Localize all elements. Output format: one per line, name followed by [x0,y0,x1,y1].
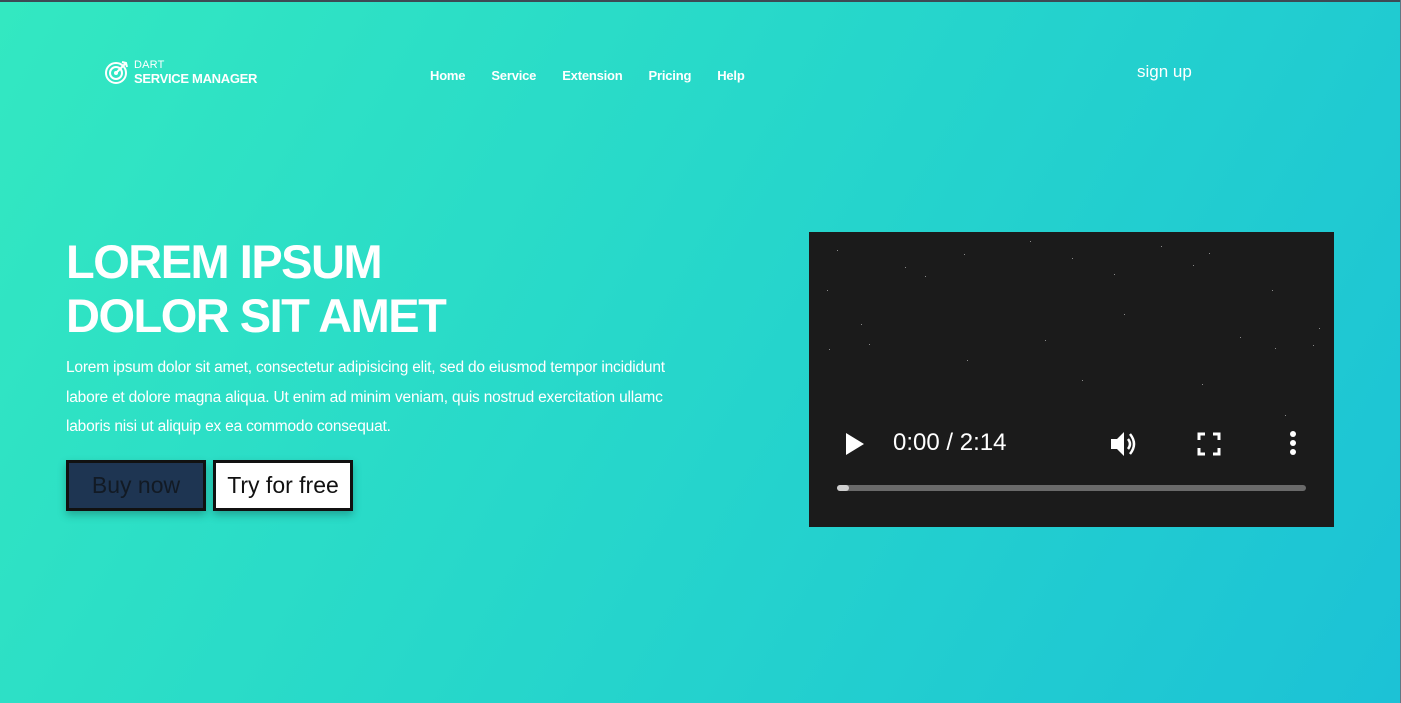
hero-title-line2: DOLOR SIT AMET [66,289,447,342]
video-time: 0:00 / 2:14 [893,429,1007,456]
nav-item-service[interactable]: Service [491,68,536,83]
buy-now-button[interactable]: Buy now [66,460,206,511]
logo-bottom-text: SERVICE MANAGER [134,70,258,86]
more-vert-icon[interactable] [1283,430,1303,458]
nav-item-help[interactable]: Help [717,68,745,83]
video-frame [827,241,1320,416]
logo[interactable]: DART SERVICE MANAGER [104,59,257,85]
video-progress-bar[interactable] [837,485,1306,491]
top-border [0,0,1401,2]
main-nav: Home Service Extension Pricing Help [430,68,771,83]
video-progress-fill [837,485,849,491]
hero-description: Lorem ipsum dolor sit amet, consectetur … [66,359,665,435]
try-for-free-button[interactable]: Try for free [213,460,353,511]
nav-item-pricing[interactable]: Pricing [649,68,692,83]
nav-item-extension[interactable]: Extension [562,68,623,83]
play-icon[interactable] [845,432,865,456]
logo-top-text: DART [134,58,165,71]
video-player[interactable]: 0:00 / 2:14 [809,232,1334,527]
nav-item-home[interactable]: Home [430,68,466,83]
volume-icon[interactable] [1109,429,1139,459]
hero-title: LOREM IPSUM DOLOR SIT AMET [66,235,447,343]
fullscreen-icon[interactable] [1197,432,1221,456]
target-icon [105,61,128,84]
hero-title-line1: LOREM IPSUM [66,235,383,288]
signup-link[interactable]: sign up [1137,62,1192,82]
